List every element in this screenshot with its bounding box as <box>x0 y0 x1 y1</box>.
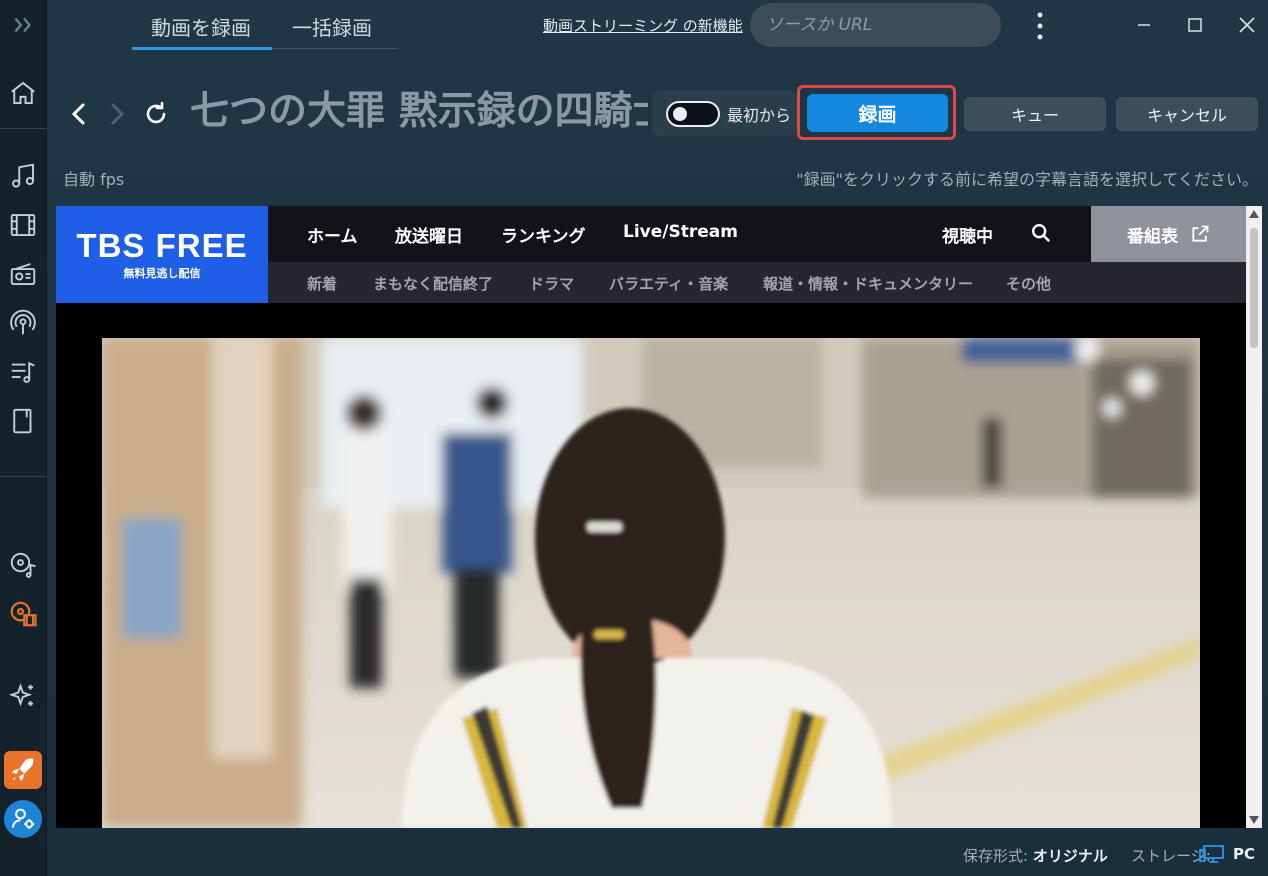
tab-record-video[interactable]: 動画を録画 <box>151 12 251 48</box>
ebook-icon <box>13 408 32 434</box>
sidebar-divider <box>0 128 46 129</box>
category-new[interactable]: 新着 <box>307 273 337 294</box>
tab-active-indicator <box>132 47 272 50</box>
schedule-label: 番組表 <box>1127 226 1178 247</box>
maximize-icon[interactable] <box>1182 12 1208 38</box>
nav-home[interactable]: ホーム <box>307 222 358 247</box>
sidebar-item-radio[interactable] <box>4 255 42 293</box>
home-icon <box>11 81 35 104</box>
toggle-label: 最初から <box>727 106 792 125</box>
record-button[interactable]: 録画 <box>807 94 948 132</box>
playlist-icon <box>11 361 35 383</box>
save-format-status[interactable]: 保存形式: オリジナル <box>963 845 1108 866</box>
page-title: 七つの大罪 黙示録の四騎士 <box>190 89 648 134</box>
radio-icon <box>10 263 36 285</box>
video-recorder-icon <box>10 601 37 627</box>
site-logo[interactable]: TBS FREE 無料見逃し配信 <box>56 206 268 303</box>
back-icon[interactable] <box>63 96 95 132</box>
nav-broadcast-day[interactable]: 放送曜日 <box>395 222 463 247</box>
source-url-input[interactable] <box>750 3 1001 47</box>
webview-scrollbar[interactable] <box>1246 206 1262 828</box>
site-primary-nav: ホーム 放送曜日 ランキング Live/Stream 視聴中 <box>268 206 1091 262</box>
new-feature-link[interactable]: 動画ストリーミング の新機能 <box>543 15 743 36</box>
sidebar-item-ai-tools[interactable] <box>4 677 42 715</box>
category-variety-music[interactable]: バラエティ・音楽 <box>609 273 728 294</box>
sidebar <box>0 0 47 876</box>
video-player[interactable] <box>102 338 1200 828</box>
category-drama[interactable]: ドラマ <box>529 273 574 294</box>
search-icon[interactable] <box>1030 222 1052 244</box>
nav-live-stream[interactable]: Live/Stream <box>623 222 738 242</box>
scroll-up-icon[interactable] <box>1249 210 1259 218</box>
sidebar-item-user-settings[interactable] <box>4 800 42 838</box>
subtitle-hint: "録画"をクリックする前に希望の字幕言語を選択してください。 <box>796 170 1258 189</box>
logo-subtext: 無料見逃し配信 <box>123 266 201 280</box>
video-frame-image <box>102 338 1200 828</box>
monitor-icon <box>1199 845 1224 863</box>
site-category-nav: 新着 まもなく配信終了 ドラマ バラエティ・音楽 報道・情報・ドキュメンタリー … <box>268 262 1246 303</box>
nav-ranking[interactable]: ランキング <box>501 222 586 247</box>
sidebar-item-music[interactable] <box>4 157 42 195</box>
sidebar-item-home[interactable] <box>4 74 42 112</box>
nav-watching[interactable]: 視聴中 <box>942 222 993 247</box>
music-recorder-icon <box>10 552 36 578</box>
storage-value: PC <box>1233 845 1255 863</box>
rocket-icon <box>11 758 34 782</box>
category-other[interactable]: その他 <box>1006 273 1051 294</box>
film-icon <box>10 214 36 236</box>
sidebar-item-music-recorder[interactable] <box>4 546 42 584</box>
cancel-button[interactable]: キャンセル <box>1116 97 1258 131</box>
category-news-documentary[interactable]: 報道・情報・ドキュメンタリー <box>763 273 973 294</box>
category-ending-soon[interactable]: まもなく配信終了 <box>373 273 493 294</box>
save-format-label: 保存形式: <box>963 847 1029 865</box>
toggle-switch[interactable] <box>666 101 720 127</box>
sidebar-item-podcast[interactable] <box>4 304 42 342</box>
toggle-knob <box>673 107 687 121</box>
expand-icon[interactable] <box>10 12 36 38</box>
sidebar-divider <box>0 476 46 477</box>
app-window: 動画を録画 一括録画 動画ストリーミング の新機能 七つの大罪 黙示録の四騎士 … <box>0 0 1268 876</box>
save-format-value: オリジナル <box>1032 847 1108 865</box>
logo-text: TBS FREE <box>76 226 248 264</box>
start-from-beginning-toggle[interactable]: 最初から <box>652 90 797 136</box>
sidebar-item-playlist[interactable] <box>4 353 42 391</box>
queue-button[interactable]: キュー <box>964 97 1106 131</box>
more-menu-icon[interactable] <box>1030 8 1050 44</box>
sidebar-item-ebook[interactable] <box>4 402 42 440</box>
sidebar-item-rocket[interactable] <box>4 751 42 789</box>
scroll-down-icon[interactable] <box>1249 816 1259 824</box>
schedule-button[interactable]: 番組表 <box>1091 206 1246 262</box>
user-settings-icon <box>12 808 35 829</box>
forward-icon[interactable] <box>101 96 133 132</box>
external-link-icon <box>1192 225 1209 242</box>
music-icon <box>12 163 34 188</box>
fps-label[interactable]: 自動 fps <box>63 166 124 190</box>
close-icon[interactable] <box>1234 12 1260 38</box>
scrollbar-thumb[interactable] <box>1250 228 1258 348</box>
podcast-icon <box>10 309 36 335</box>
storage-value-text: PC <box>1233 845 1256 863</box>
sidebar-item-video-recorder[interactable] <box>4 595 42 633</box>
sidebar-item-video[interactable] <box>4 206 42 244</box>
browser-webview: TBS FREE 無料見逃し配信 ホーム 放送曜日 ランキング Live/Str… <box>56 206 1246 828</box>
ai-sparkle-icon <box>8 683 33 707</box>
minimize-icon[interactable] <box>1131 12 1157 38</box>
tab-batch-record[interactable]: 一括録画 <box>292 12 372 48</box>
refresh-icon[interactable] <box>140 96 172 132</box>
